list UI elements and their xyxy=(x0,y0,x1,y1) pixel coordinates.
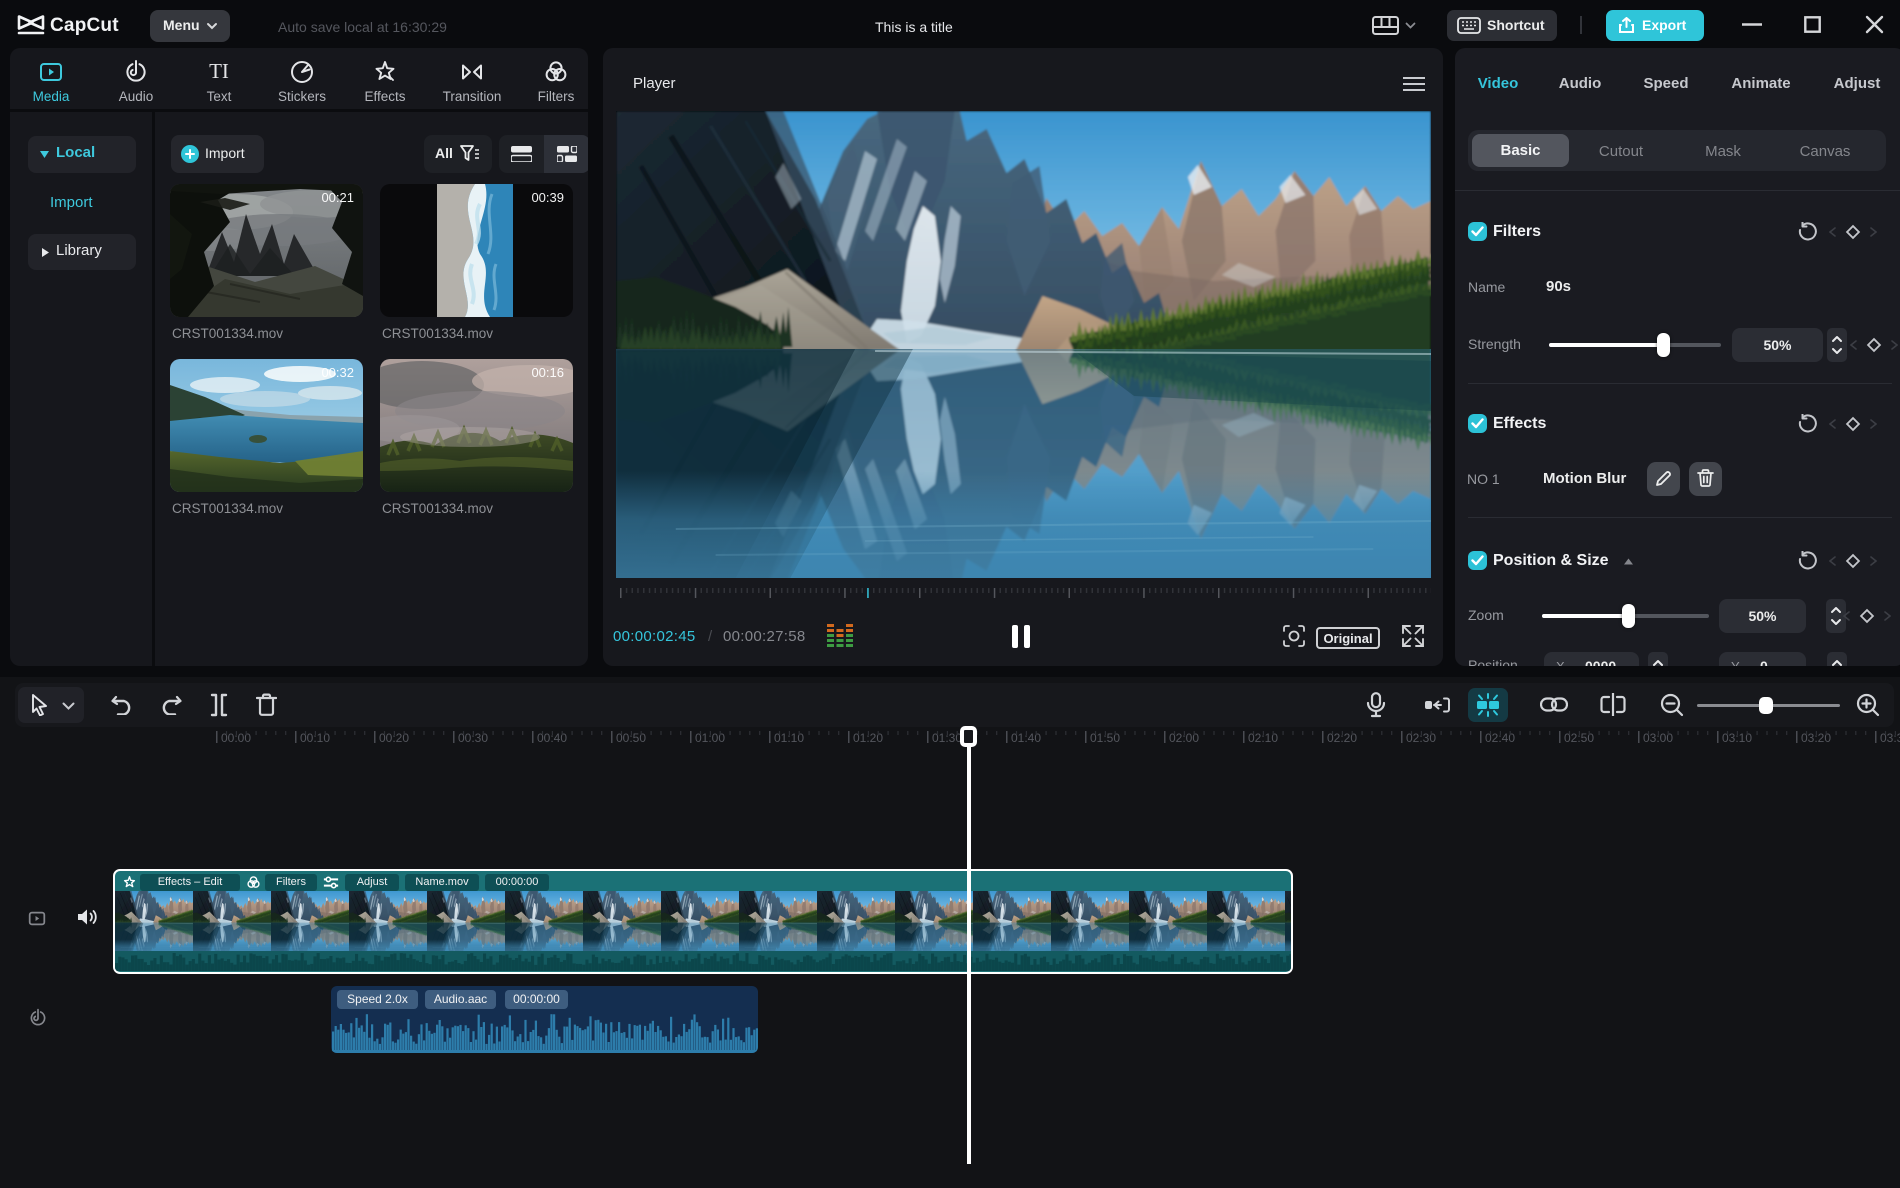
svg-text:TI: TI xyxy=(209,59,229,83)
svg-text:03:30: 03:30 xyxy=(1880,731,1900,745)
